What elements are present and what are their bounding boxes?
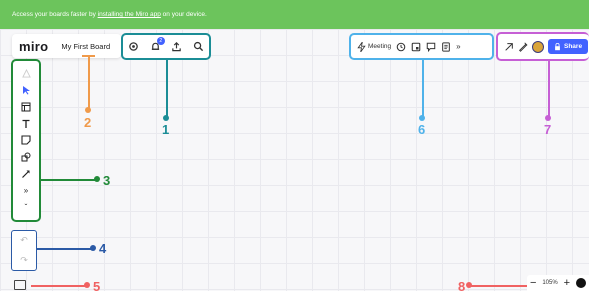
zoom-controls: − 105% + — [527, 275, 589, 291]
settings-icon[interactable] — [128, 41, 139, 52]
marker-5-dot — [84, 282, 90, 288]
marker-3: 3 — [103, 173, 111, 188]
marker-1-dot — [163, 115, 169, 121]
undo-icon[interactable]: ↶ — [20, 235, 28, 246]
creation-toolbar: » ˇ — [11, 59, 41, 222]
more-tools-icon[interactable]: » — [19, 184, 33, 198]
marker-6-line — [422, 60, 424, 118]
redo-icon[interactable]: ↷ — [20, 255, 28, 266]
notifications-icon[interactable]: 2 — [150, 37, 165, 52]
templates-icon[interactable] — [19, 66, 33, 80]
marker-8-line — [467, 285, 527, 287]
marker-7-dot — [545, 115, 551, 121]
text-icon[interactable] — [19, 117, 33, 131]
draw-icon[interactable] — [518, 42, 528, 52]
marker-7-line — [548, 61, 550, 118]
frame-icon[interactable] — [19, 100, 33, 114]
meeting-button[interactable]: Meeting — [357, 41, 392, 52]
marker-2-line — [88, 55, 90, 110]
marker-2: 2 — [84, 115, 92, 130]
miro-logo[interactable]: miro — [19, 39, 48, 54]
marker-8-dot — [466, 282, 472, 288]
marker-5-line — [31, 285, 87, 287]
reactions-icon[interactable] — [504, 42, 514, 52]
undo-redo-panel: ↶ ↷ — [11, 230, 37, 271]
marker-4-dot — [90, 245, 96, 251]
board-actions-group: 2 — [121, 33, 211, 60]
meeting-icon — [357, 41, 366, 52]
lock-icon — [555, 42, 560, 50]
zoom-out-button[interactable]: − — [530, 277, 536, 289]
marker-7: 7 — [544, 122, 552, 137]
export-icon[interactable] — [171, 41, 182, 52]
marker-3-line — [41, 179, 97, 181]
marker-4-line — [37, 248, 93, 250]
screen-share-icon[interactable] — [411, 42, 421, 52]
collapse-icon[interactable]: ˇ — [19, 201, 33, 215]
zoom-in-button[interactable]: + — [564, 277, 570, 289]
comments-icon[interactable] — [426, 42, 436, 52]
board-header: miro My First Board — [12, 34, 121, 58]
marker-6-dot — [419, 115, 425, 121]
meeting-label: Meeting — [368, 43, 392, 50]
notes-icon[interactable] — [441, 41, 451, 52]
install-app-banner: Access your boards faster by installing … — [0, 0, 589, 29]
help-button[interactable] — [576, 278, 587, 288]
marker-2-cap — [82, 55, 95, 57]
connection-line-icon[interactable] — [19, 167, 33, 181]
collaboration-tools-group: Meeting » — [349, 33, 494, 60]
marker-8: 8 — [458, 279, 466, 291]
notification-badge: 2 — [156, 37, 165, 45]
banner-text: Access your boards faster by — [12, 11, 98, 18]
zoom-level[interactable]: 105% — [542, 280, 557, 286]
marker-5: 5 — [93, 279, 101, 291]
shapes-icon[interactable] — [19, 150, 33, 164]
timer-icon[interactable] — [396, 42, 406, 52]
more-icon[interactable]: » — [456, 42, 460, 51]
frames-panel-icon[interactable] — [14, 280, 26, 290]
select-icon[interactable] — [19, 83, 33, 97]
board-name[interactable]: My First Board — [61, 42, 110, 51]
marker-1-line — [166, 60, 168, 118]
marker-6: 6 — [418, 122, 426, 137]
sticky-note-icon[interactable] — [19, 133, 33, 147]
avatar[interactable] — [532, 40, 544, 53]
marker-1: 1 — [162, 122, 170, 137]
banner-install-link[interactable]: installing the Miro app — [98, 11, 161, 18]
marker-4: 4 — [99, 241, 107, 256]
share-label: Share — [564, 43, 583, 50]
share-button[interactable]: Share — [548, 39, 589, 54]
search-icon[interactable] — [193, 41, 204, 52]
banner-text-end: on your device. — [160, 11, 207, 18]
marker-3-dot — [94, 176, 100, 182]
marker-2-dot — [85, 107, 91, 113]
sharing-group: Share — [496, 32, 589, 61]
